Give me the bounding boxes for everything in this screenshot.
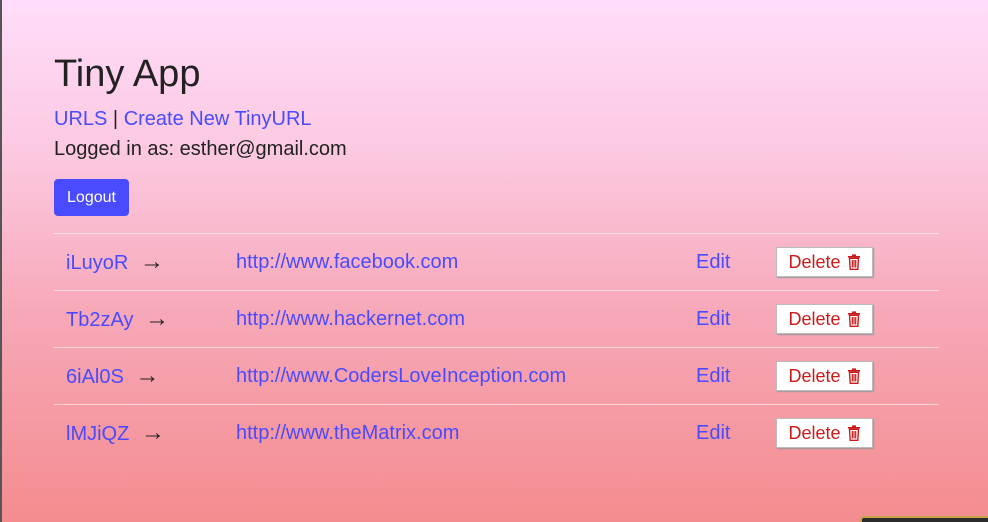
trash-icon xyxy=(847,368,861,384)
nav-bar: URLS | Create New TinyURL xyxy=(54,108,939,130)
right-arrow-icon: → xyxy=(135,362,160,389)
page-title: Tiny App xyxy=(54,53,201,95)
edit-cell: Edit xyxy=(696,291,776,348)
nav-link-create-tinyurl[interactable]: Create New TinyURL xyxy=(124,108,312,130)
main-container: Tiny App URLS | Create New TinyURL Logge… xyxy=(54,50,939,462)
long-url-cell: http://www.CodersLoveInception.com xyxy=(236,348,696,405)
delete-button-label: Delete xyxy=(788,365,841,386)
delete-button[interactable]: Delete xyxy=(776,418,873,449)
long-url-cell: http://www.theMatrix.com xyxy=(236,405,696,462)
edit-link[interactable]: Edit xyxy=(696,365,730,387)
edit-link[interactable]: Edit xyxy=(696,308,730,330)
delete-button[interactable]: Delete xyxy=(776,304,873,334)
delete-button[interactable]: Delete xyxy=(776,361,873,391)
window-edge xyxy=(0,0,2,522)
short-url-link[interactable]: 6iAl0S xyxy=(66,366,124,388)
delete-button[interactable]: Delete xyxy=(776,247,873,277)
delete-cell: Delete xyxy=(776,291,939,348)
edit-cell: Edit xyxy=(696,348,776,405)
table-row: iLuyoR → http://www.facebook.com Edit De… xyxy=(54,233,939,291)
table-row: Tb2zAy → http://www.hackernet.com Edit D… xyxy=(54,290,939,348)
trash-icon xyxy=(847,254,861,270)
trash-icon xyxy=(847,311,861,327)
long-url-cell: http://www.facebook.com xyxy=(236,234,696,291)
short-url-link[interactable]: iLuyoR xyxy=(66,252,128,274)
delete-button-label: Delete xyxy=(788,251,841,272)
nav-separator: | xyxy=(112,108,119,130)
short-url-cell: Tb2zAy → xyxy=(54,291,236,348)
right-arrow-icon: → xyxy=(140,419,165,447)
trash-icon xyxy=(847,425,861,442)
edit-cell: Edit xyxy=(696,234,776,291)
short-url-link[interactable]: lMJiQZ xyxy=(66,423,129,445)
nav-link-urls[interactable]: URLS xyxy=(54,108,107,130)
long-url-link[interactable]: http://www.CodersLoveInception.com xyxy=(236,365,566,387)
table-row: lMJiQZ → http://www.theMatrix.com Edit D… xyxy=(54,404,939,462)
logout-button[interactable]: Logout xyxy=(54,179,129,216)
urls-table: iLuyoR → http://www.facebook.com Edit De… xyxy=(54,233,939,462)
delete-button-label: Delete xyxy=(788,422,841,443)
short-url-cell: lMJiQZ → xyxy=(54,405,236,462)
short-url-link[interactable]: Tb2zAy xyxy=(66,309,133,331)
delete-cell: Delete xyxy=(776,348,939,405)
long-url-link[interactable]: http://www.theMatrix.com xyxy=(236,422,459,444)
right-arrow-icon: → xyxy=(139,248,164,275)
table-row: 6iAl0S → http://www.CodersLoveInception.… xyxy=(54,347,939,405)
delete-button-label: Delete xyxy=(788,308,841,329)
short-url-cell: iLuyoR → xyxy=(54,234,236,291)
edit-cell: Edit xyxy=(696,405,776,462)
right-arrow-icon: → xyxy=(145,305,170,332)
corner-widget xyxy=(860,516,988,522)
long-url-link[interactable]: http://www.hackernet.com xyxy=(236,308,465,330)
short-url-cell: 6iAl0S → xyxy=(54,348,236,405)
edit-link[interactable]: Edit xyxy=(696,251,730,273)
logged-in-status: Logged in as: esther@gmail.com xyxy=(54,138,347,160)
delete-cell: Delete xyxy=(776,234,939,291)
long-url-cell: http://www.hackernet.com xyxy=(236,291,696,348)
long-url-link[interactable]: http://www.facebook.com xyxy=(236,251,458,273)
edit-link[interactable]: Edit xyxy=(696,422,730,444)
delete-cell: Delete xyxy=(776,405,939,462)
